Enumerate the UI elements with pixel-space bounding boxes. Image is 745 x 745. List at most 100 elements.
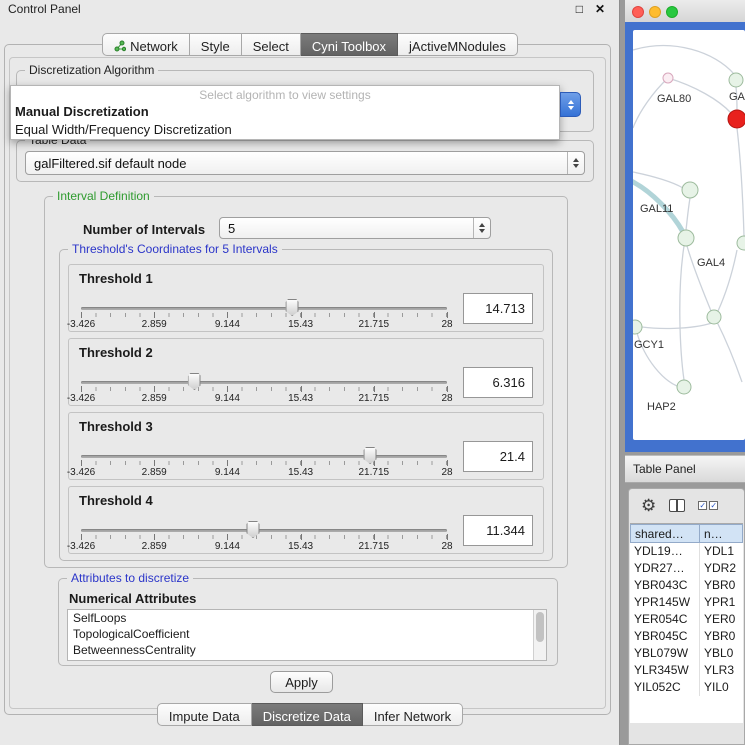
table-row[interactable]: YIL052CYIL0 bbox=[630, 679, 743, 696]
table-panel-window: ⚙ ✓ ✓ shared… n… YDL19…YDL1 YDR27…YDR2 Y… bbox=[628, 488, 745, 745]
slider-minor-ticks bbox=[81, 535, 447, 539]
threshold-3-slider[interactable]: -3.426 2.859 9.144 15.43 21.715 28 bbox=[81, 447, 447, 477]
tab-style-label: Style bbox=[201, 39, 230, 54]
network-canvas[interactable]: GAL80 GA GAL11 GAL4 GCY1 HAP2 bbox=[633, 30, 745, 440]
threshold-2-panel: Threshold 2 -3.426 2.859 9.144 15.43 21.… bbox=[68, 338, 544, 406]
table-data-combobox[interactable]: galFiltered.sif default node bbox=[25, 151, 585, 175]
table-data-group: Table Data galFiltered.sif default node bbox=[16, 140, 594, 182]
tab-jactivemnodules-label: jActiveMNodules bbox=[409, 39, 506, 54]
numerical-attributes-label: Numerical Attributes bbox=[69, 591, 196, 606]
slider-track[interactable] bbox=[81, 307, 447, 310]
network-node[interactable] bbox=[729, 73, 743, 87]
columns-icon[interactable] bbox=[669, 499, 685, 512]
checkbox-icon[interactable]: ✓ bbox=[698, 501, 707, 510]
table-row[interactable]: YBL079WYBL0 bbox=[630, 645, 743, 662]
tab-impute-data[interactable]: Impute Data bbox=[157, 703, 252, 726]
slider-track[interactable] bbox=[81, 381, 447, 384]
threshold-2-value-field[interactable]: 6.316 bbox=[463, 367, 533, 398]
node-label: GAL11 bbox=[640, 203, 673, 215]
tab-select[interactable]: Select bbox=[242, 33, 301, 56]
threshold-1-slider[interactable]: -3.426 2.859 9.144 15.43 21.715 28 bbox=[81, 299, 447, 329]
table-row[interactable]: YDR27…YDR2 bbox=[630, 560, 743, 577]
tab-impute-data-label: Impute Data bbox=[169, 709, 240, 724]
list-item[interactable]: TopologicalCoefficient bbox=[68, 626, 546, 642]
table-row[interactable]: YDL19…YDL1 bbox=[630, 543, 743, 560]
slider-minor-ticks bbox=[81, 387, 447, 391]
threshold-4-value-field[interactable]: 11.344 bbox=[463, 515, 533, 546]
slider-track[interactable] bbox=[81, 529, 447, 532]
slider-track[interactable] bbox=[81, 455, 447, 458]
tab-style[interactable]: Style bbox=[190, 33, 242, 56]
combo-updown-arrows-icon bbox=[473, 218, 490, 238]
tab-network[interactable]: Network bbox=[102, 33, 190, 56]
numerical-attributes-list[interactable]: SelfLoops TopologicalCoefficient Between… bbox=[67, 609, 547, 661]
table-header-row: shared… n… bbox=[630, 524, 743, 543]
bottom-tab-bar: Impute Data Discretize Data Infer Networ… bbox=[0, 703, 620, 726]
table-row[interactable]: YLR345WYLR3 bbox=[630, 662, 743, 679]
tab-infer-network-label: Infer Network bbox=[374, 709, 451, 724]
network-node[interactable] bbox=[633, 320, 642, 334]
tab-cyni-toolbox-label: Cyni Toolbox bbox=[312, 39, 386, 54]
node-attribute-table[interactable]: shared… n… YDL19…YDL1 YDR27…YDR2 YBR043C… bbox=[630, 523, 743, 723]
threshold-4-slider[interactable]: -3.426 2.859 9.144 15.43 21.715 28 bbox=[81, 521, 447, 551]
list-item[interactable]: SelfLoops bbox=[68, 610, 546, 626]
apply-button[interactable]: Apply bbox=[270, 671, 333, 693]
number-of-intervals-label: Number of Intervals bbox=[83, 222, 205, 237]
column-header-name[interactable]: n… bbox=[700, 524, 743, 543]
checkbox-icon[interactable]: ✓ bbox=[709, 501, 718, 510]
network-node[interactable] bbox=[663, 73, 673, 83]
network-node-selected[interactable] bbox=[728, 110, 745, 128]
slider-tick-labels: -3.426 2.859 9.144 15.43 21.715 28 bbox=[81, 541, 447, 553]
thresholds-group: Threshold's Coordinates for 5 Intervals … bbox=[59, 249, 553, 561]
close-window-icon[interactable]: ✕ bbox=[595, 2, 605, 16]
traffic-light-zoom-icon[interactable] bbox=[666, 6, 678, 18]
attributes-group-label: Attributes to discretize bbox=[67, 571, 193, 585]
tab-infer-network[interactable]: Infer Network bbox=[363, 703, 463, 726]
scrollbar-thumb[interactable] bbox=[536, 612, 544, 642]
network-node[interactable] bbox=[707, 310, 721, 324]
interval-definition-group-label: Interval Definition bbox=[53, 189, 154, 203]
list-item[interactable]: BetweennessCentrality bbox=[68, 642, 546, 658]
table-row[interactable]: YER054CYER0 bbox=[630, 611, 743, 628]
tab-jactivemnodules[interactable]: jActiveMNodules bbox=[398, 33, 518, 56]
node-label: GA bbox=[729, 91, 745, 103]
algorithm-option-manual[interactable]: Manual Discretization bbox=[11, 103, 559, 121]
table-panel-header: Table Panel bbox=[625, 455, 745, 483]
number-of-intervals-combobox[interactable]: 5 bbox=[219, 217, 491, 239]
threshold-4-panel: Threshold 4 -3.426 2.859 9.144 15.43 21.… bbox=[68, 486, 544, 554]
tab-discretize-data[interactable]: Discretize Data bbox=[252, 703, 363, 726]
network-node[interactable] bbox=[677, 380, 691, 394]
table-row[interactable]: YPR145WYPR1 bbox=[630, 594, 743, 611]
column-header-shared-name[interactable]: shared… bbox=[630, 524, 700, 543]
table-row[interactable]: YBR043CYBR0 bbox=[630, 577, 743, 594]
network-node[interactable] bbox=[682, 182, 698, 198]
traffic-light-minimize-icon[interactable] bbox=[649, 6, 661, 18]
gear-icon[interactable]: ⚙ bbox=[641, 497, 656, 514]
algorithm-option-equal-width[interactable]: Equal Width/Frequency Discretization bbox=[11, 121, 559, 139]
network-node[interactable] bbox=[678, 230, 694, 246]
slider-tick-labels: -3.426 2.859 9.144 15.43 21.715 28 bbox=[81, 393, 447, 405]
tab-select-label: Select bbox=[253, 39, 289, 54]
combo-updown-arrows-icon bbox=[567, 152, 584, 174]
network-node[interactable] bbox=[737, 236, 745, 250]
interval-definition-group: Interval Definition Number of Intervals … bbox=[44, 196, 568, 568]
threshold-3-panel: Threshold 3 -3.426 2.859 9.144 15.43 21.… bbox=[68, 412, 544, 480]
discretization-algorithm-group-label: Discretization Algorithm bbox=[25, 63, 158, 77]
algorithm-combobox-arrows[interactable] bbox=[560, 92, 581, 117]
combo-up-arrow-icon bbox=[568, 100, 574, 104]
application-root: Control Panel □ ✕ Network bbox=[0, 0, 745, 745]
number-of-intervals-value: 5 bbox=[220, 221, 473, 236]
table-row[interactable]: YBR045CYBR0 bbox=[630, 628, 743, 645]
traffic-light-close-icon[interactable] bbox=[632, 6, 644, 18]
tab-discretize-data-label: Discretize Data bbox=[263, 709, 351, 724]
control-panel-titlebar: Control Panel □ ✕ bbox=[0, 0, 619, 18]
attributes-list-scrollbar[interactable] bbox=[533, 610, 546, 660]
node-label: GAL4 bbox=[697, 257, 725, 269]
threshold-3-value-field[interactable]: 21.4 bbox=[463, 441, 533, 472]
threshold-1-value-field[interactable]: 14.713 bbox=[463, 293, 533, 324]
algorithm-popup-hint: Select algorithm to view settings bbox=[11, 86, 559, 103]
combo-down-arrow-icon bbox=[568, 106, 574, 110]
tab-cyni-toolbox[interactable]: Cyni Toolbox bbox=[301, 33, 398, 56]
float-window-icon[interactable]: □ bbox=[576, 2, 583, 16]
threshold-2-slider[interactable]: -3.426 2.859 9.144 15.43 21.715 28 bbox=[81, 373, 447, 403]
